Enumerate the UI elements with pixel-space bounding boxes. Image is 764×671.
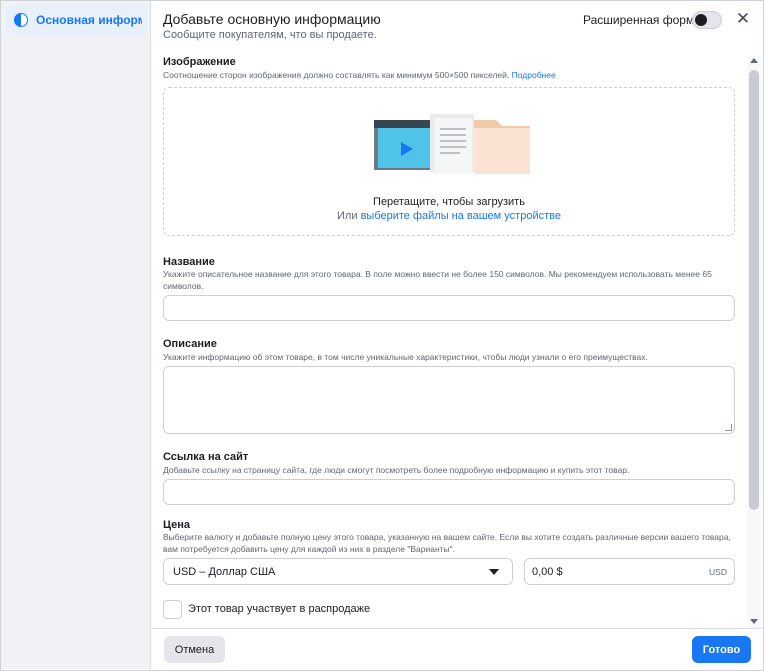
name-input[interactable] [163,295,735,321]
currency-selected-value: USD – Доллар США [173,565,276,578]
toggle-knob [695,14,707,26]
scroll-down-arrow-icon[interactable] [750,619,758,624]
choose-files-link[interactable]: выберите файлы на вашем устройстве [361,210,561,222]
upload-illustration-icon [374,114,530,174]
image-section-title: Изображение [163,56,236,68]
description-section-title: Описание [163,338,217,350]
done-button[interactable]: Готово [692,636,751,663]
caret-down-icon [489,569,499,575]
image-dropzone[interactable]: Перетащите, чтобы загрузить Или выберите… [163,87,735,236]
description-section-description: Укажите информацию об этом товаре, в том… [163,352,648,362]
half-circle-icon [14,13,28,27]
sidebar-item-basic-info[interactable]: Основная информация [6,5,147,35]
price-currency-code: USD [709,567,727,577]
sale-checkbox-label: Этот товар участвует в распродаже [188,603,371,615]
cancel-button[interactable]: Отмена [164,636,225,663]
scroll-thumb[interactable] [749,70,759,510]
image-section-description: Соотношение сторон изображения должно со… [163,69,556,81]
price-value: 0,00 $ [532,565,563,578]
or-text: Или [337,210,358,222]
dialog-title: Добавьте основную информацию [163,11,381,27]
currency-select[interactable]: USD – Доллар США [163,558,513,585]
scroll-up-arrow-icon[interactable] [750,58,758,63]
resize-handle-icon[interactable] [725,424,732,431]
image-requirements-text: Соотношение сторон изображения должно со… [163,70,510,80]
price-section-description: Выберите валюту и добавьте полную цену э… [163,532,731,554]
scrollbar[interactable] [747,56,761,628]
name-section-description: Укажите описательное название для этого … [163,269,712,291]
dialog-footer [152,628,763,670]
sale-checkbox[interactable] [163,600,182,619]
name-section-title: Название [163,256,215,268]
choose-files-line: Или выберите файлы на вашем устройстве [164,210,734,222]
advanced-form-label: Расширенная форма [583,13,701,27]
sidebar-item-label: Основная информация [36,13,142,27]
website-url-input[interactable] [163,479,735,505]
description-textarea[interactable] [163,366,735,434]
close-icon[interactable]: ✕ [735,10,751,28]
price-section-title: Цена [163,519,191,531]
price-input[interactable]: 0,00 $ USD [524,558,735,585]
advanced-form-toggle[interactable] [692,11,722,29]
drop-to-upload-text: Перетащите, чтобы загрузить [373,196,525,208]
website-section-title: Ссылка на сайт [163,451,249,463]
dialog-subtitle: Сообщите покупателям, что вы продаете. [163,29,377,41]
learn-more-link[interactable]: Подробнее [512,70,556,80]
sidebar: Основная информация [1,1,151,669]
website-section-description: Добавьте ссылку на страницу сайта, где л… [163,465,630,475]
